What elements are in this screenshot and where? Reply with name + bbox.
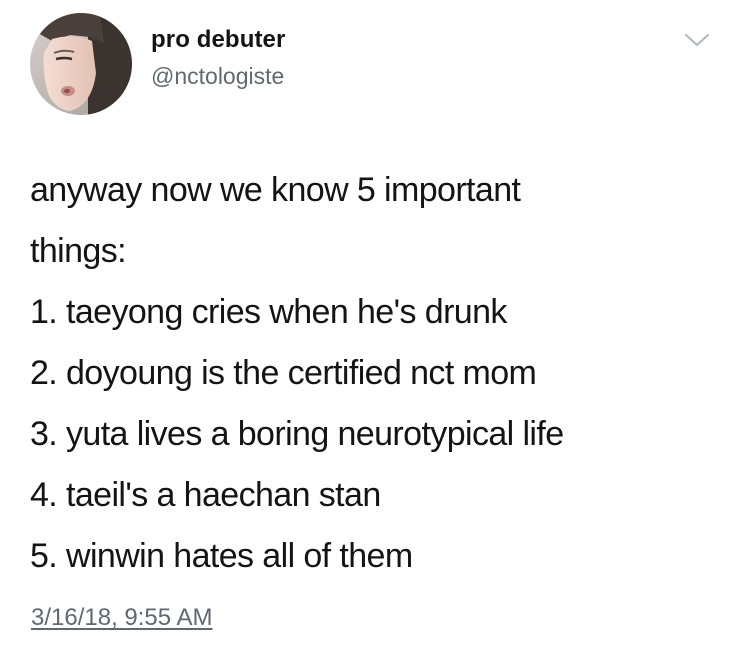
avatar-image	[30, 13, 132, 115]
tweet-card: pro debuter @nctologiste anyway now we k…	[0, 0, 735, 654]
tweet-line: 3. yuta lives a boring neurotypical life	[30, 415, 564, 453]
tweet-timestamp[interactable]: 3/16/18, 9:55 AM	[31, 604, 212, 632]
tweet-line: things:	[30, 232, 127, 270]
tweet-line: 1. taeyong cries when he's drunk	[30, 293, 507, 331]
tweet-line: 2. doyoung is the certified nct mom	[30, 354, 537, 392]
tweet-text: anyway now we know 5 important things: 1…	[30, 160, 720, 587]
author-display-name[interactable]: pro debuter	[151, 26, 285, 54]
tweet-line: anyway now we know 5 important	[30, 171, 521, 209]
tweet-line: 4. taeil's a haechan stan	[30, 476, 381, 514]
chevron-down-icon[interactable]	[682, 30, 712, 50]
author-handle[interactable]: @nctologiste	[151, 63, 284, 90]
avatar[interactable]	[30, 13, 132, 115]
tweet-line: 5. winwin hates all of them	[30, 537, 413, 575]
